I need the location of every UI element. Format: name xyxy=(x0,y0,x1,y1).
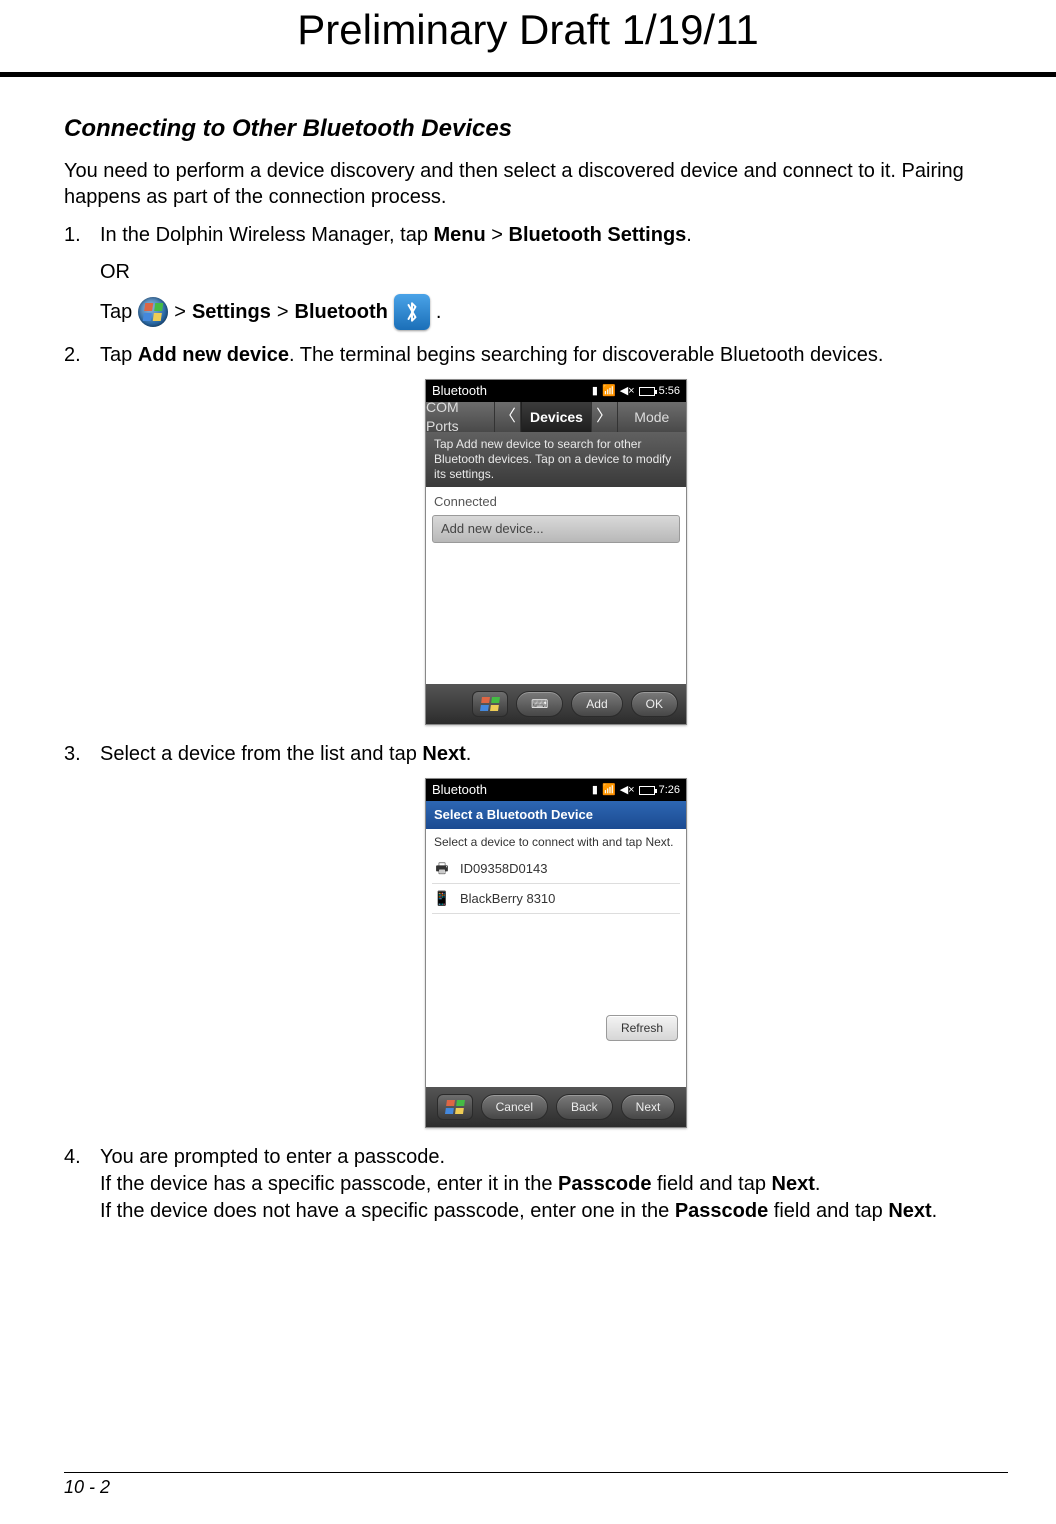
page-content: Connecting to Other Bluetooth Devices Yo… xyxy=(0,115,1056,1225)
ok-button[interactable]: OK xyxy=(631,691,678,717)
keyboard-button[interactable]: ⌨ xyxy=(516,691,563,717)
gt: > xyxy=(174,299,186,326)
gt: > xyxy=(486,224,509,246)
list-item[interactable]: 📱 BlackBerry 8310 xyxy=(432,884,680,914)
hint-text: Tap Add new device to search for other B… xyxy=(426,432,686,487)
page-footer: 10 - 2 xyxy=(64,1472,1008,1498)
windows-flag-icon xyxy=(480,697,500,711)
signal-bars-icon: 📶 xyxy=(602,783,616,798)
device-name: ID09358D0143 xyxy=(460,860,547,878)
battery-icon xyxy=(639,387,655,396)
step-3: Select a device from the list and tap Ne… xyxy=(64,741,1012,1128)
passcode-label: Passcode xyxy=(675,1200,768,1222)
draft-header: Preliminary Draft 1/19/11 xyxy=(0,0,1056,72)
step1-prefix: In the Dolphin Wireless Manager, tap xyxy=(100,224,434,246)
cancel-button[interactable]: Cancel xyxy=(481,1094,548,1120)
start-button[interactable] xyxy=(472,691,508,717)
device-screenshot-2: Bluetooth ▮ 📶 ◀× 7:26 Select a Bluetooth… xyxy=(425,778,687,1128)
refresh-button[interactable]: Refresh xyxy=(606,1015,678,1041)
period: . xyxy=(466,743,472,765)
phone-icon: 📱 xyxy=(432,889,452,909)
screenshot-1-wrap: Bluetooth ▮ 📶 ◀× 5:56 COM Ports 〈 Device… xyxy=(100,379,1012,725)
add-new-device-label: Add new device xyxy=(138,344,289,366)
windows-start-icon xyxy=(138,297,168,327)
battery-icon xyxy=(639,786,655,795)
bottom-bar: Cancel Back Next xyxy=(426,1087,686,1127)
section-heading: Connecting to Other Bluetooth Devices xyxy=(64,115,1012,143)
device-screenshot-1: Bluetooth ▮ 📶 ◀× 5:56 COM Ports 〈 Device… xyxy=(425,379,687,725)
screenshot-2-wrap: Bluetooth ▮ 📶 ◀× 7:26 Select a Bluetooth… xyxy=(100,778,1012,1128)
start-button[interactable] xyxy=(437,1094,473,1120)
dialog-title: Select a Bluetooth Device xyxy=(426,801,686,829)
volume-icon: ◀× xyxy=(620,384,635,399)
add-button[interactable]: Add xyxy=(571,691,622,717)
or-label: OR xyxy=(100,259,1012,286)
volume-icon: ◀× xyxy=(620,783,635,798)
menu-label: Menu xyxy=(434,224,486,246)
connected-label: Connected xyxy=(426,487,686,513)
tab-com-ports[interactable]: COM Ports xyxy=(426,402,495,432)
tab-mode[interactable]: Mode xyxy=(618,402,686,432)
steps-list: In the Dolphin Wireless Manager, tap Men… xyxy=(64,222,1012,1225)
list-item[interactable]: 🖶 ID09358D0143 xyxy=(432,854,680,884)
windows-flag-icon xyxy=(445,1100,465,1114)
period: . xyxy=(815,1173,821,1195)
bottom-bar: ⌨ Add OK xyxy=(426,684,686,724)
signal-icon: ▮ xyxy=(592,783,598,798)
tap-label: Tap xyxy=(100,299,132,326)
tap-line: Tap > Settings > Bluetooth . xyxy=(100,294,1012,330)
step-2: Tap Add new device. The terminal begins … xyxy=(64,342,1012,725)
tab-devices[interactable]: Devices xyxy=(521,402,591,432)
next-label: Next xyxy=(422,743,465,765)
next-label: Next xyxy=(772,1173,815,1195)
intro-paragraph: You need to perform a device discovery a… xyxy=(64,159,1012,210)
step2-suffix: . The terminal begins searching for disc… xyxy=(289,344,883,366)
clock: 5:56 xyxy=(659,384,680,399)
sub-hint: Select a device to connect with and tap … xyxy=(426,829,686,855)
gt: > xyxy=(277,299,289,326)
device-body: Tap Add new device to search for other B… xyxy=(426,432,686,684)
device-name: BlackBerry 8310 xyxy=(460,890,555,908)
step4-line3b: field and tap xyxy=(768,1200,888,1222)
step4-line2a: If the device has a specific passcode, e… xyxy=(100,1173,558,1195)
device-body: Select a device to connect with and tap … xyxy=(426,829,686,1087)
app-title: Bluetooth xyxy=(432,781,487,799)
back-button[interactable]: Back xyxy=(556,1094,613,1120)
next-button[interactable]: Next xyxy=(621,1094,676,1120)
add-new-device-row[interactable]: Add new device... xyxy=(432,515,680,543)
bluetooth-settings-label: Bluetooth Settings xyxy=(509,224,687,246)
step4-line3a: If the device does not have a specific p… xyxy=(100,1200,675,1222)
bluetooth-label: Bluetooth xyxy=(295,299,388,326)
period: . xyxy=(686,224,692,246)
tab-strip: COM Ports 〈 Devices 〉 Mode xyxy=(426,402,686,432)
step4-line1: You are prompted to enter a passcode. xyxy=(100,1146,445,1168)
period: . xyxy=(436,299,442,326)
bluetooth-icon xyxy=(394,294,430,330)
signal-icon: ▮ xyxy=(592,384,598,399)
next-label: Next xyxy=(888,1200,931,1222)
step1-text: In the Dolphin Wireless Manager, tap Men… xyxy=(100,224,692,246)
signal-bars-icon: 📶 xyxy=(602,384,616,399)
step2-prefix: Tap xyxy=(100,344,138,366)
period: . xyxy=(932,1200,938,1222)
device-icon: 🖶 xyxy=(432,859,452,879)
tab-next-arrow[interactable]: 〉 xyxy=(592,402,618,432)
step4-line2b: field and tap xyxy=(651,1173,771,1195)
divider xyxy=(0,72,1056,77)
clock: 7:26 xyxy=(659,783,680,798)
passcode-label: Passcode xyxy=(558,1173,651,1195)
step-1: In the Dolphin Wireless Manager, tap Men… xyxy=(64,222,1012,330)
step-4: You are prompted to enter a passcode. If… xyxy=(64,1144,1012,1225)
status-bar: Bluetooth ▮ 📶 ◀× 7:26 xyxy=(426,779,686,801)
device-list: 🖶 ID09358D0143 📱 BlackBerry 8310 xyxy=(426,854,686,914)
refresh-row: Refresh xyxy=(606,1013,678,1041)
tab-prev-arrow[interactable]: 〈 xyxy=(495,402,521,432)
step3-prefix: Select a device from the list and tap xyxy=(100,743,422,765)
settings-label: Settings xyxy=(192,299,271,326)
